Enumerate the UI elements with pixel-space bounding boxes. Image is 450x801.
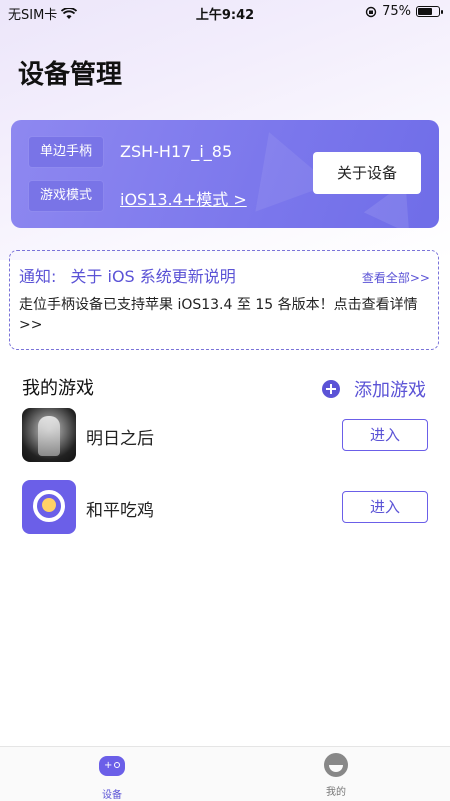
notice-body[interactable]: 走位手柄设备已支持苹果 iOS13.4 至 15 各版本！点击查看详情>> [19,295,424,335]
game-list-item: 和平吃鸡 进入 [22,480,432,536]
enter-game-button[interactable]: 进入 [342,491,428,523]
mode-label: 游戏模式 [29,181,103,211]
notice-card[interactable]: 通知: 关于 iOS 系统更新说明 查看全部>> 走位手柄设备已支持苹果 iOS1… [9,250,439,350]
tab-device[interactable]: + 设备 [72,753,152,801]
notice-prefix: 通知: [19,267,57,286]
notice-title: 关于 iOS 系统更新说明 [70,267,236,286]
view-all-link[interactable]: 查看全部>> [362,269,430,286]
handle-value: ZSH-H17_i_85 [120,142,233,161]
tab-device-label: 设备 [102,790,122,801]
enter-game-button[interactable]: 进入 [342,419,428,451]
page-title: 设备管理 [18,60,123,90]
mode-link[interactable]: iOS13.4+模式 > [120,186,247,210]
tab-me-label: 我的 [326,787,346,798]
status-right: 75% [365,4,443,19]
device-card: 单边手柄 ZSH-H17_i_85 游戏模式 iOS13.4+模式 > 关于设备 [11,120,439,228]
about-device-button[interactable]: 关于设备 [313,152,421,194]
add-game-label: 添加游戏 [354,380,426,401]
game-icon-hepingchiji [22,480,76,534]
tab-me[interactable]: 我的 [296,753,376,798]
game-name: 明日之后 [86,429,154,449]
battery-icon [416,6,443,17]
orientation-lock-icon [365,6,377,17]
tab-bar: + 设备 我的 [0,746,450,801]
handle-label: 单边手柄 [29,137,103,167]
profile-icon [323,753,349,779]
my-games-heading: 我的游戏 [22,378,94,399]
game-name: 和平吃鸡 [86,501,154,521]
gamepad-icon: + [99,756,125,782]
battery-fill [418,8,433,15]
status-bar: 无SIM卡 上午9:42 75% [0,0,450,24]
plus-icon [322,380,340,398]
notice-title-row: 通知: 关于 iOS 系统更新说明 [19,263,236,287]
game-icon-mingrizhihou [22,408,76,462]
battery-percent: 75% [382,4,411,19]
add-game-button[interactable]: 添加游戏 [322,376,426,402]
game-list-item: 明日之后 进入 [22,408,432,464]
